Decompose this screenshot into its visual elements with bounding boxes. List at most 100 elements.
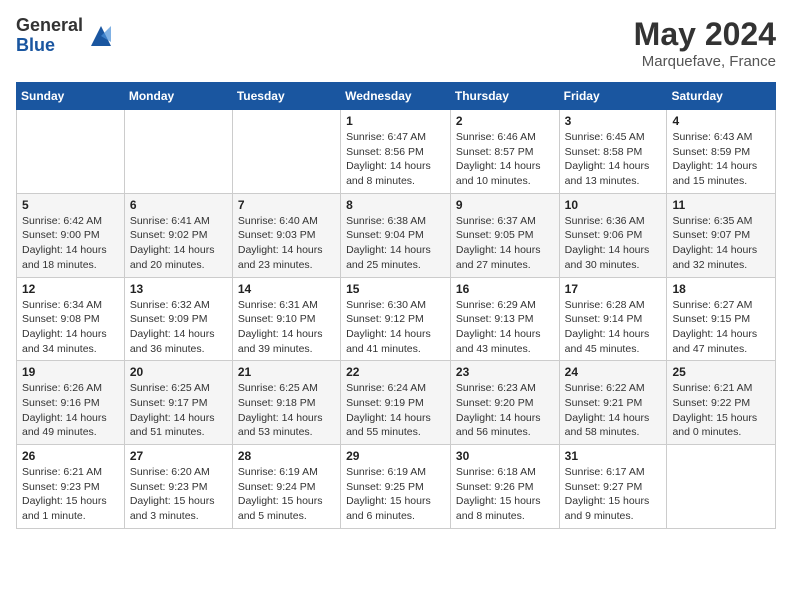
day-cell: 1 Sunrise: 6:47 AM Sunset: 8:56 PM Daylig… [341,110,451,194]
day-cell: 31 Sunrise: 6:17 AM Sunset: 9:27 PM Dayli… [559,445,667,529]
logo-icon [87,22,115,50]
day-info: Sunrise: 6:41 AM Sunset: 9:02 PM Dayligh… [130,214,227,273]
logo: General Blue [16,16,115,56]
header-day-friday: Friday [559,83,667,110]
day-number: 23 [456,365,554,379]
day-cell: 30 Sunrise: 6:18 AM Sunset: 9:26 PM Dayli… [450,445,559,529]
week-row-1: 1 Sunrise: 6:47 AM Sunset: 8:56 PM Daylig… [17,110,776,194]
day-info: Sunrise: 6:25 AM Sunset: 9:18 PM Dayligh… [238,381,335,440]
header-row: SundayMondayTuesdayWednesdayThursdayFrid… [17,83,776,110]
day-number: 31 [565,449,662,463]
day-number: 27 [130,449,227,463]
day-cell: 7Sunrise: 6:40 AM Sunset: 9:03 PM Daylig… [232,193,340,277]
day-number: 1 [346,114,445,128]
day-cell: 11 Sunrise: 6:35 AM Sunset: 9:07 PM Dayli… [667,193,776,277]
header-day-wednesday: Wednesday [341,83,451,110]
logo-text: General Blue [16,16,83,56]
day-number: 6 [130,198,227,212]
header-day-thursday: Thursday [450,83,559,110]
day-number: 20 [130,365,227,379]
day-number: 2 [456,114,554,128]
day-info: Sunrise: 6:25 AM Sunset: 9:17 PM Dayligh… [130,381,227,440]
day-info: Sunrise: 6:23 AM Sunset: 9:20 PM Dayligh… [456,381,554,440]
calendar-header: SundayMondayTuesdayWednesdayThursdayFrid… [17,83,776,110]
location: Marquefave, France [634,53,776,70]
day-info: Sunrise: 6:20 AM Sunset: 9:23 PM Dayligh… [130,465,227,524]
day-number: 5 [22,198,119,212]
day-info: Sunrise: 6:18 AM Sunset: 9:26 PM Dayligh… [456,465,554,524]
week-row-5: 26Sunrise: 6:21 AM Sunset: 9:23 PM Dayli… [17,445,776,529]
day-info: Sunrise: 6:47 AM Sunset: 8:56 PM Dayligh… [346,130,445,189]
day-info: Sunrise: 6:17 AM Sunset: 9:27 PM Dayligh… [565,465,662,524]
day-cell: 28Sunrise: 6:19 AM Sunset: 9:24 PM Dayli… [232,445,340,529]
day-cell: 25 Sunrise: 6:21 AM Sunset: 9:22 PM Dayli… [667,361,776,445]
day-number: 29 [346,449,445,463]
day-info: Sunrise: 6:34 AM Sunset: 9:08 PM Dayligh… [22,298,119,357]
day-number: 25 [672,365,770,379]
day-cell: 6 Sunrise: 6:41 AM Sunset: 9:02 PM Daylig… [124,193,232,277]
day-info: Sunrise: 6:38 AM Sunset: 9:04 PM Dayligh… [346,214,445,273]
day-number: 17 [565,282,662,296]
day-cell: 4 Sunrise: 6:43 AM Sunset: 8:59 PM Daylig… [667,110,776,194]
day-number: 11 [672,198,770,212]
header-day-sunday: Sunday [17,83,125,110]
page-header: General Blue May 2024 Marquefave, France [16,16,776,70]
day-number: 16 [456,282,554,296]
header-day-monday: Monday [124,83,232,110]
header-day-saturday: Saturday [667,83,776,110]
day-cell: 23 Sunrise: 6:23 AM Sunset: 9:20 PM Dayli… [450,361,559,445]
day-info: Sunrise: 6:28 AM Sunset: 9:14 PM Dayligh… [565,298,662,357]
day-cell: 27 Sunrise: 6:20 AM Sunset: 9:23 PM Dayli… [124,445,232,529]
day-info: Sunrise: 6:29 AM Sunset: 9:13 PM Dayligh… [456,298,554,357]
day-cell: 26Sunrise: 6:21 AM Sunset: 9:23 PM Dayli… [17,445,125,529]
day-info: Sunrise: 6:22 AM Sunset: 9:21 PM Dayligh… [565,381,662,440]
day-info: Sunrise: 6:30 AM Sunset: 9:12 PM Dayligh… [346,298,445,357]
day-number: 10 [565,198,662,212]
day-cell: 15 Sunrise: 6:30 AM Sunset: 9:12 PM Dayli… [341,277,451,361]
day-cell [667,445,776,529]
day-number: 8 [346,198,445,212]
day-number: 15 [346,282,445,296]
day-cell: 9 Sunrise: 6:37 AM Sunset: 9:05 PM Daylig… [450,193,559,277]
day-info: Sunrise: 6:42 AM Sunset: 9:00 PM Dayligh… [22,214,119,273]
day-cell: 12 Sunrise: 6:34 AM Sunset: 9:08 PM Dayli… [17,277,125,361]
day-cell: 5 Sunrise: 6:42 AM Sunset: 9:00 PM Daylig… [17,193,125,277]
day-cell: 16 Sunrise: 6:29 AM Sunset: 9:13 PM Dayli… [450,277,559,361]
day-number: 18 [672,282,770,296]
day-number: 30 [456,449,554,463]
day-cell: 10Sunrise: 6:36 AM Sunset: 9:06 PM Dayli… [559,193,667,277]
calendar: SundayMondayTuesdayWednesdayThursdayFrid… [16,82,776,529]
day-cell: 13Sunrise: 6:32 AM Sunset: 9:09 PM Dayli… [124,277,232,361]
day-number: 22 [346,365,445,379]
day-cell: 2 Sunrise: 6:46 AM Sunset: 8:57 PM Daylig… [450,110,559,194]
day-info: Sunrise: 6:32 AM Sunset: 9:09 PM Dayligh… [130,298,227,357]
day-number: 21 [238,365,335,379]
day-info: Sunrise: 6:27 AM Sunset: 9:15 PM Dayligh… [672,298,770,357]
day-cell [232,110,340,194]
day-cell [17,110,125,194]
day-number: 14 [238,282,335,296]
day-info: Sunrise: 6:43 AM Sunset: 8:59 PM Dayligh… [672,130,770,189]
day-info: Sunrise: 6:31 AM Sunset: 9:10 PM Dayligh… [238,298,335,357]
day-info: Sunrise: 6:37 AM Sunset: 9:05 PM Dayligh… [456,214,554,273]
day-number: 12 [22,282,119,296]
header-day-tuesday: Tuesday [232,83,340,110]
day-number: 24 [565,365,662,379]
week-row-4: 19Sunrise: 6:26 AM Sunset: 9:16 PM Dayli… [17,361,776,445]
week-row-3: 12 Sunrise: 6:34 AM Sunset: 9:08 PM Dayli… [17,277,776,361]
day-cell: 22 Sunrise: 6:24 AM Sunset: 9:19 PM Dayli… [341,361,451,445]
day-info: Sunrise: 6:19 AM Sunset: 9:24 PM Dayligh… [238,465,335,524]
day-info: Sunrise: 6:46 AM Sunset: 8:57 PM Dayligh… [456,130,554,189]
day-info: Sunrise: 6:19 AM Sunset: 9:25 PM Dayligh… [346,465,445,524]
day-info: Sunrise: 6:21 AM Sunset: 9:22 PM Dayligh… [672,381,770,440]
day-number: 4 [672,114,770,128]
day-cell: 21 Sunrise: 6:25 AM Sunset: 9:18 PM Dayli… [232,361,340,445]
day-cell: 20 Sunrise: 6:25 AM Sunset: 9:17 PM Dayli… [124,361,232,445]
week-row-2: 5 Sunrise: 6:42 AM Sunset: 9:00 PM Daylig… [17,193,776,277]
day-number: 19 [22,365,119,379]
day-cell: 14 Sunrise: 6:31 AM Sunset: 9:10 PM Dayli… [232,277,340,361]
day-info: Sunrise: 6:35 AM Sunset: 9:07 PM Dayligh… [672,214,770,273]
day-info: Sunrise: 6:24 AM Sunset: 9:19 PM Dayligh… [346,381,445,440]
day-cell [124,110,232,194]
day-number: 9 [456,198,554,212]
